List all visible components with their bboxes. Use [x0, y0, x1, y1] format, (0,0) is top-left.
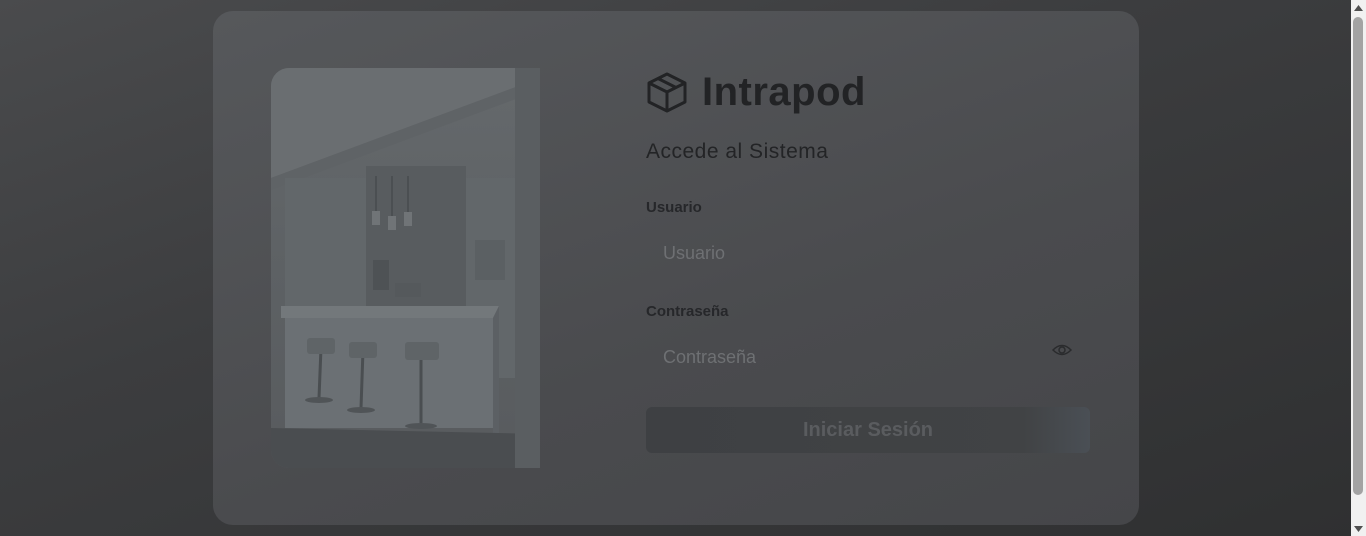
login-form: Intrapod Accede al Sistema Usuario Contr… — [646, 11, 1090, 525]
show-password-toggle[interactable] — [1051, 342, 1073, 358]
login-button[interactable]: Iniciar Sesión — [646, 407, 1090, 453]
scrollbar-thumb[interactable] — [1353, 17, 1363, 495]
page-subtitle: Accede al Sistema — [646, 140, 829, 163]
eye-icon — [1051, 344, 1073, 356]
brand-name: Intrapod — [702, 69, 866, 114]
box-icon — [647, 72, 687, 113]
brand-header: Intrapod — [646, 67, 866, 117]
username-label: Usuario — [646, 199, 702, 216]
password-label: Contraseña — [646, 303, 729, 320]
login-card: Intrapod Accede al Sistema Usuario Contr… — [213, 11, 1139, 525]
login-page: Intrapod Accede al Sistema Usuario Contr… — [0, 0, 1351, 536]
scroll-down-arrow-icon[interactable] — [1351, 521, 1366, 536]
scroll-up-arrow-icon[interactable] — [1351, 0, 1366, 15]
kitchen-photo — [271, 68, 540, 468]
vertical-scrollbar[interactable] — [1351, 0, 1366, 536]
password-input[interactable] — [646, 334, 1090, 380]
username-input[interactable] — [646, 230, 1090, 276]
